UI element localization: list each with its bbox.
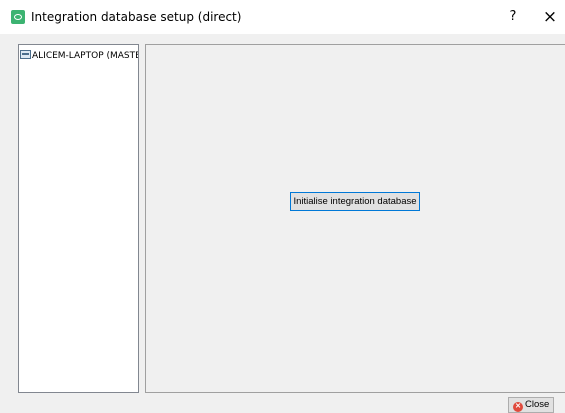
help-button[interactable]: ?	[506, 8, 520, 26]
server-tree[interactable]: ALICEM-LAPTOP (MASTER	[18, 44, 139, 393]
server-icon	[20, 50, 31, 59]
tree-item-server[interactable]: ALICEM-LAPTOP (MASTER	[20, 49, 139, 63]
main-panel: Initialise integration database	[145, 44, 565, 393]
close-button[interactable]: ✕ Close	[508, 397, 554, 413]
app-eye-icon	[11, 10, 25, 24]
tree-item-label: ALICEM-LAPTOP (MASTER	[32, 51, 139, 61]
window-close-button[interactable]: ×	[541, 7, 559, 27]
title-bar: Integration database setup (direct) ? ×	[0, 0, 565, 34]
close-icon: ✕	[513, 402, 523, 412]
window-title: Integration database setup (direct)	[31, 10, 242, 24]
initialise-database-button[interactable]: Initialise integration database	[290, 192, 420, 211]
close-button-label: Close	[525, 399, 550, 410]
